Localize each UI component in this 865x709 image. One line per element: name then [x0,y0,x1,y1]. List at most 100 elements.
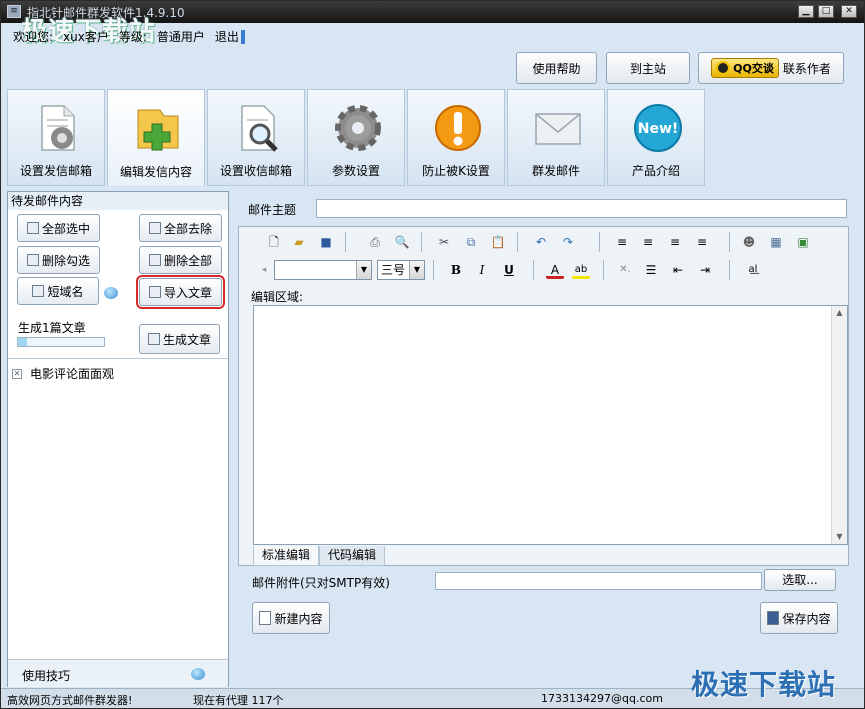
select-all-button[interactable]: 全部选中 [17,214,100,242]
align-center-icon[interactable]: ≡ [666,233,684,251]
tab-set-receiver[interactable]: 设置收信邮箱 [207,89,305,186]
help-button[interactable]: 使用帮助 [516,52,597,84]
toolbar-separator [603,260,604,280]
panel-header: 待发邮件内容 [8,192,228,210]
tab-label: 设置发信邮箱 [19,164,92,178]
subject-input[interactable] [316,199,847,218]
tips-label: 使用技巧 [22,669,71,683]
font-color-icon[interactable]: A [546,261,564,279]
table-icon[interactable]: ▦ [767,233,785,251]
status-email: 1733134297@qq.com [541,692,663,705]
doc-gear-icon [41,105,75,151]
tips-bubble-icon[interactable] [191,668,205,680]
delete-all-icon [148,254,161,266]
editor-mode-tabs: 标准编辑 代码编辑 [253,546,386,566]
ordered-list-icon[interactable]: ☰ [642,261,660,279]
home-button[interactable]: 到主站 [606,52,690,84]
list-item[interactable]: ✕ 电影评论面面观 [12,365,114,382]
align-justify-icon[interactable]: ≡ [613,233,631,251]
gear-icon [335,105,381,151]
watermark-bottom: 极速下载站 [691,668,837,701]
toolbar-separator [421,232,422,252]
tab-anti-block[interactable]: 防止被K设置 [407,89,505,186]
font-size-select[interactable]: 三号 ▼ [377,260,425,280]
remove-all-button[interactable]: 全部去除 [139,214,222,242]
font-size-value: 三号 [381,263,406,277]
outdent-icon[interactable]: ⇤ [669,261,687,279]
choose-file-button[interactable]: 选取... [764,569,836,591]
source-code-icon[interactable]: a͟l [744,261,762,279]
vertical-scrollbar[interactable]: ▲ ▼ [831,306,847,544]
toolbar-separator [599,232,600,252]
tab-set-sender[interactable]: 设置发信邮箱 [7,89,105,186]
status-slogan: 高效网页方式邮件群发器! [7,694,133,707]
tab-product-intro[interactable]: New! 产品介绍 [607,89,705,186]
bold-icon[interactable]: B [447,261,465,279]
content-list[interactable]: ✕ 电影评论面面观 [8,358,228,658]
cut-icon[interactable]: ✂ [435,233,453,251]
content-edit-area[interactable]: ▲ ▼ [253,305,848,545]
minimize-button[interactable]: ▁ [798,5,814,18]
align-left-icon[interactable]: ≡ [639,233,657,251]
remove-format-icon[interactable]: ✕. [616,261,634,279]
import-article-button[interactable]: 导入文章 [136,275,225,309]
tab-label: 参数设置 [331,164,380,178]
toolbar-separator [533,260,534,280]
save-content-button[interactable]: 保存内容 [760,602,838,634]
doc-magnifier-icon [241,105,278,152]
undo-icon[interactable]: ↶ [532,233,550,251]
underline-icon[interactable]: U [500,261,518,279]
save-icon[interactable]: ■ [317,233,335,251]
new-doc-icon[interactable]: 🗋 [265,233,283,251]
attachment-input[interactable] [435,572,762,590]
delete-all-button[interactable]: 删除全部 [139,246,222,274]
redo-icon[interactable]: ↷ [559,233,577,251]
indent-icon[interactable]: ⇥ [696,261,714,279]
short-domain-button[interactable]: 短域名 [17,277,99,305]
eraser-icon [26,254,39,266]
app-icon[interactable]: ≡ [7,5,21,18]
delete-checked-label: 删除勾选 [41,253,90,268]
short-domain-label: 短域名 [47,284,84,299]
font-select[interactable]: ▼ [274,260,372,280]
attachment-label: 邮件附件(只对SMTP有效) [252,576,390,590]
generate-article-button[interactable]: 生成文章 [139,324,220,354]
short-domain-help-icon[interactable] [104,287,118,299]
open-folder-icon[interactable]: ▰ [290,233,308,251]
tab-label: 设置收信邮箱 [219,164,292,178]
tab-code-edit[interactable]: 代码编辑 [319,546,386,566]
print-icon[interactable]: ⎙ [366,233,384,251]
highlight-icon[interactable]: ab [572,261,590,279]
tab-edit-content[interactable]: 编辑发信内容 [107,89,205,186]
tips-bar[interactable]: 使用技巧 [8,659,228,687]
subject-label: 邮件主题 [248,203,297,217]
welcome-level-label: 等级: [118,30,147,44]
paste-icon[interactable]: 📋 [489,233,507,251]
tab-params[interactable]: 参数设置 [307,89,405,186]
copy-icon[interactable]: ⧉ [462,233,480,251]
new-badge-icon: New! [634,104,682,152]
new-badge-text: New! [638,121,679,137]
scroll-up-icon[interactable]: ▲ [832,306,847,320]
item-checkbox[interactable]: ✕ [12,368,22,379]
align-right-icon[interactable]: ≡ [693,233,711,251]
toolbar-separator [729,232,730,252]
scroll-down-icon[interactable]: ▼ [832,530,847,544]
tab-mass-send[interactable]: 群发邮件 [507,89,605,186]
contact-author-button[interactable]: QQ交谈 联系作者 [698,52,844,84]
logout-link[interactable]: 退出 [214,30,245,44]
welcome-bar: 欢迎您: xux客户 等级: 普通用户 退出 [13,28,255,45]
image-icon[interactable]: ▣ [794,233,812,251]
tab-standard-edit[interactable]: 标准编辑 [253,546,320,566]
save-icon [767,611,780,625]
new-content-button[interactable]: 新建内容 [252,602,330,634]
toolbar-grip: ◂ [261,265,267,275]
editor-frame: 🗋 ▰ ■ ⎙ 🔍 ✂ ⧉ 📋 ↶ ↷ ≡ ≡ ≡ ≡ ☻ ▦ ▣ ◂ ▼ 三号… [238,226,849,566]
print-preview-icon[interactable]: 🔍 [393,233,411,251]
maximize-button[interactable]: □ [818,5,834,18]
close-button[interactable]: ✕ [841,5,857,18]
delete-checked-button[interactable]: 删除勾选 [17,246,100,274]
toolbar-separator [517,232,518,252]
smiley-icon[interactable]: ☻ [740,233,758,251]
italic-icon[interactable]: I [473,261,491,279]
